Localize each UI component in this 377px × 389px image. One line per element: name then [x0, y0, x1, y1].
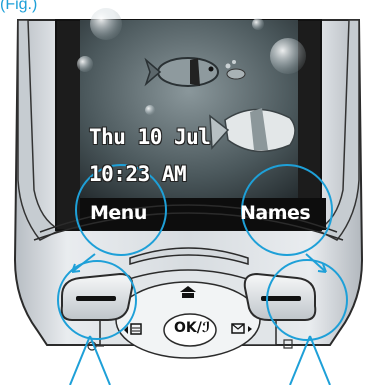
- date-display: Thu 10 Jul: [89, 125, 211, 149]
- ok-key-label[interactable]: OK/ℐ: [174, 320, 210, 336]
- display-screen: [55, 8, 326, 231]
- right-soft-key[interactable]: [243, 272, 317, 321]
- phone-illustration: (Fig.) Thu 10 Jul 10:23 AM Menu Names OK…: [0, 0, 377, 386]
- time-display: 10:23 AM: [89, 162, 187, 186]
- figure-caption: (Fig.): [0, 0, 42, 14]
- right-soft-key-label[interactable]: Names: [240, 202, 311, 224]
- left-soft-key[interactable]: [60, 272, 134, 321]
- left-soft-key-label[interactable]: Menu: [90, 202, 147, 224]
